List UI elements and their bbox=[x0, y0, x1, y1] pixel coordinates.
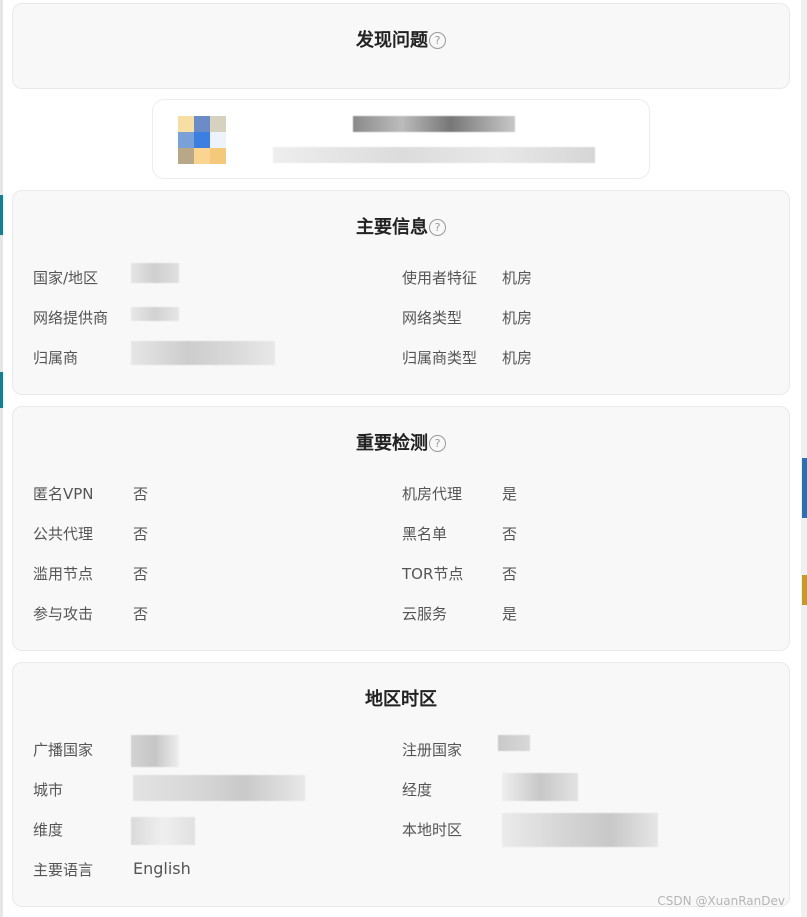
page-left-edge bbox=[0, 0, 3, 917]
label-dc-proxy: 机房代理 bbox=[402, 485, 463, 503]
label-user-type: 使用者特征 bbox=[402, 269, 478, 287]
label-language: 主要语言 bbox=[33, 861, 94, 879]
region-title: 地区时区 bbox=[13, 685, 789, 711]
label-latitude: 维度 bbox=[33, 821, 64, 839]
label-country: 国家/地区 bbox=[33, 269, 99, 287]
label-cloud: 云服务 bbox=[402, 605, 448, 623]
page-right-edge[interactable] bbox=[801, 0, 807, 917]
value-network-type: 机房 bbox=[502, 309, 533, 327]
question-circle-icon[interactable]: ? bbox=[429, 435, 446, 452]
label-anon-vpn: 匿名VPN bbox=[33, 485, 94, 503]
question-circle-icon[interactable]: ? bbox=[429, 219, 446, 236]
region-card: 地区时区 广播国家 城市 维度 主要语言 English 注册国家 经度 本地时… bbox=[12, 662, 790, 908]
value-tor-node: 否 bbox=[502, 565, 518, 583]
label-local-timezone: 本地时区 bbox=[402, 821, 463, 839]
value-dc-proxy: 是 bbox=[502, 485, 518, 503]
main-info-title-text: 主要信息 bbox=[356, 217, 428, 238]
value-cloud: 是 bbox=[502, 605, 518, 623]
value-user-type: 机房 bbox=[502, 269, 533, 287]
value-register-country-redacted bbox=[498, 735, 530, 751]
value-local-timezone-redacted bbox=[502, 813, 658, 847]
question-circle-icon[interactable]: ? bbox=[429, 32, 446, 49]
label-owner: 归属商 bbox=[33, 349, 79, 367]
value-attack: 否 bbox=[133, 605, 149, 623]
label-owner-type: 归属商类型 bbox=[402, 349, 478, 367]
value-language: English bbox=[133, 859, 191, 878]
detection-title: 重要检测? bbox=[13, 429, 789, 455]
label-isp: 网络提供商 bbox=[33, 309, 109, 327]
edge-mark bbox=[0, 195, 3, 235]
label-blacklist: 黑名单 bbox=[402, 525, 448, 543]
watermark: CSDN @XuanRanDev bbox=[657, 894, 785, 908]
label-network-type: 网络类型 bbox=[402, 309, 463, 327]
value-isp-redacted bbox=[131, 307, 179, 321]
profile-card bbox=[152, 99, 650, 179]
value-latitude-redacted bbox=[131, 817, 195, 845]
main-info-card: 主要信息? 国家/地区 网络提供商 归属商 使用者特征 机房 网络类型 机房 归… bbox=[12, 190, 790, 395]
label-city: 城市 bbox=[33, 781, 64, 799]
detection-title-text: 重要检测 bbox=[356, 433, 428, 454]
label-broadcast-country: 广播国家 bbox=[33, 741, 94, 759]
discover-title-text: 发现问题 bbox=[356, 30, 428, 51]
discover-title: 发现问题? bbox=[13, 26, 789, 52]
value-owner-redacted bbox=[131, 341, 275, 365]
label-public-proxy: 公共代理 bbox=[33, 525, 94, 543]
edge-mark bbox=[0, 372, 3, 408]
value-city-redacted bbox=[133, 775, 305, 801]
edge-mark bbox=[802, 575, 807, 605]
value-blacklist: 否 bbox=[502, 525, 518, 543]
avatar bbox=[178, 116, 226, 164]
profile-name-redacted bbox=[353, 116, 515, 132]
value-longitude-redacted bbox=[502, 773, 578, 801]
value-anon-vpn: 否 bbox=[133, 485, 149, 503]
label-tor-node: TOR节点 bbox=[402, 565, 464, 583]
value-owner-type: 机房 bbox=[502, 349, 533, 367]
profile-ip-redacted bbox=[273, 147, 595, 163]
edge-mark bbox=[802, 458, 807, 518]
discover-card: 发现问题? bbox=[12, 3, 790, 89]
label-attack: 参与攻击 bbox=[33, 605, 94, 623]
label-register-country: 注册国家 bbox=[402, 741, 463, 759]
detection-card: 重要检测? 匿名VPN 否 公共代理 否 滥用节点 否 参与攻击 否 机房代理 … bbox=[12, 406, 790, 651]
value-public-proxy: 否 bbox=[133, 525, 149, 543]
value-country-redacted bbox=[131, 263, 179, 283]
label-longitude: 经度 bbox=[402, 781, 433, 799]
label-abuse-node: 滥用节点 bbox=[33, 565, 94, 583]
main-info-title: 主要信息? bbox=[13, 213, 789, 239]
region-title-text: 地区时区 bbox=[365, 689, 437, 710]
value-abuse-node: 否 bbox=[133, 565, 149, 583]
value-broadcast-country-redacted bbox=[131, 735, 179, 767]
